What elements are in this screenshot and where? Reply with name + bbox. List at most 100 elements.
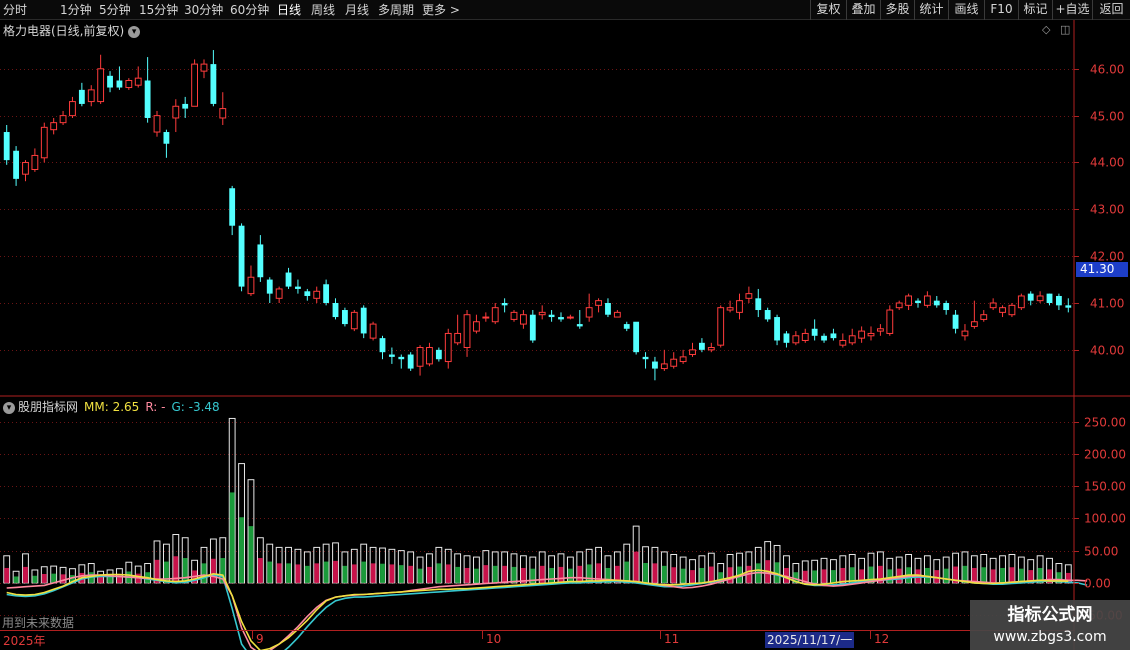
candle-body <box>980 314 988 320</box>
indicator-column-fill <box>577 565 583 583</box>
btn-tongji[interactable]: 统计 <box>914 0 948 20</box>
candle-body <box>172 105 180 119</box>
candle-body <box>774 317 780 341</box>
candle-body <box>200 63 208 72</box>
candle-body <box>238 225 245 287</box>
candle-body <box>933 300 940 306</box>
candle-body <box>219 108 227 119</box>
tf-60min[interactable]: 60分钟 <box>230 2 269 18</box>
candle-body <box>398 356 405 360</box>
mm-value: MM: 2.65 <box>84 400 140 414</box>
watermark-title: 指标公式网 <box>1007 605 1093 625</box>
candle-body <box>1055 295 1062 306</box>
month-tick <box>870 631 871 639</box>
candle-body <box>323 284 330 303</box>
indicator-column-fill <box>436 563 442 583</box>
chevron-down-icon[interactable]: ▾ <box>3 402 15 414</box>
candle-body <box>999 307 1006 313</box>
indicator-column-fill <box>98 576 104 583</box>
indicator-column-fill <box>511 566 517 583</box>
main-pane-title: 格力电器(日线,前复权) ▾ <box>3 22 141 39</box>
tf-monthly[interactable]: 月线 <box>345 2 369 18</box>
candle-body <box>830 333 837 339</box>
btn-biaoji[interactable]: 标记 <box>1018 0 1052 20</box>
candle-body <box>31 154 39 171</box>
candle-body <box>698 342 705 350</box>
candle-body <box>652 361 658 369</box>
btn-huaxian[interactable]: 画线 <box>948 0 984 20</box>
indicator-tick-label: 250.00 <box>1084 416 1126 430</box>
candle-body <box>1017 295 1025 309</box>
indicator-column-fill <box>558 566 564 583</box>
pane-corner-icons: ◇ ◫ <box>1042 23 1070 36</box>
tf-30min[interactable]: 30分钟 <box>184 2 223 18</box>
candle-body <box>22 161 29 175</box>
candle-body <box>134 77 142 86</box>
candle-body <box>369 323 377 339</box>
tf-5min[interactable]: 5分钟 <box>99 2 131 18</box>
candle-body <box>679 356 687 363</box>
indicator-column-fill <box>840 567 846 583</box>
window-toggle-icon[interactable]: ◫ <box>1060 23 1070 36</box>
indicator-column-fill <box>699 567 705 583</box>
indicator-column-fill <box>229 492 235 583</box>
btn-back[interactable]: 返回 <box>1092 0 1130 20</box>
candle-body <box>125 80 133 89</box>
candle-body <box>558 317 564 320</box>
indicator-column-fill <box>464 567 470 583</box>
candle-body <box>163 132 170 144</box>
btn-add-watchlist[interactable]: +自选 <box>1052 0 1092 20</box>
indicator-tick-label: 200.00 <box>1084 448 1126 462</box>
candle-body <box>895 302 903 309</box>
candle-body <box>670 358 678 367</box>
indicator-column-fill <box>210 558 216 583</box>
indicator-column-fill <box>812 570 818 583</box>
toolbar: 分时 1分钟 5分钟 15分钟 30分钟 60分钟 日线 周线 月线 多周期 更… <box>0 0 1130 20</box>
indicator-column-fill <box>314 563 320 583</box>
candle-body <box>266 279 273 294</box>
chevron-down-icon[interactable]: ▾ <box>128 26 141 38</box>
candle-body <box>717 307 725 346</box>
candle-body <box>848 335 856 344</box>
candle-body <box>605 303 611 315</box>
indicator-column-fill <box>643 563 648 583</box>
indicator-column-fill <box>351 564 357 583</box>
month-tick <box>482 631 483 639</box>
btn-diejia[interactable]: 叠加 <box>846 0 880 20</box>
indicator-column-fill <box>257 558 263 583</box>
candle-body <box>275 288 283 299</box>
indicator-column-fill <box>23 566 28 583</box>
candle-body <box>876 328 884 332</box>
indicator-tick-label: 100.00 <box>1084 512 1126 526</box>
tf-1min[interactable]: 1分钟 <box>60 2 92 18</box>
candle-body <box>153 115 161 133</box>
btn-fuquan[interactable]: 复权 <box>810 0 846 20</box>
tf-multi[interactable]: 多周期 <box>378 2 414 18</box>
indicator-column-fill <box>361 561 367 583</box>
candle-body <box>755 298 762 311</box>
candle-body <box>350 311 358 330</box>
indicator-column-fill <box>624 561 630 583</box>
btn-f10[interactable]: F10 <box>984 0 1018 20</box>
candle-body <box>886 309 894 334</box>
tf-fenshi[interactable]: 分时 <box>3 2 27 18</box>
tf-daily[interactable]: 日线 <box>277 2 301 18</box>
tf-15min[interactable]: 15分钟 <box>139 2 178 18</box>
indicator-column-fill <box>727 567 733 583</box>
indicator-column-fill <box>201 563 207 583</box>
year-label: 2025年 <box>3 634 46 648</box>
tf-more[interactable]: 更多 > <box>422 2 460 18</box>
indicator-column-fill <box>248 526 254 583</box>
chart-canvas[interactable]: 46.0045.0044.0043.0042.0041.0040.00250.0… <box>0 0 1130 650</box>
candle-body <box>585 307 593 318</box>
candle-body <box>97 68 105 103</box>
candle-body <box>510 311 518 320</box>
candle-body <box>867 332 875 337</box>
indicator-column-fill <box>586 564 592 583</box>
indicator-column-fill <box>708 566 714 583</box>
tf-weekly[interactable]: 周线 <box>311 2 335 18</box>
candle-body <box>613 311 621 318</box>
candle-body <box>923 295 931 306</box>
diamond-icon[interactable]: ◇ <box>1042 23 1050 36</box>
btn-duogu[interactable]: 多股 <box>880 0 914 20</box>
